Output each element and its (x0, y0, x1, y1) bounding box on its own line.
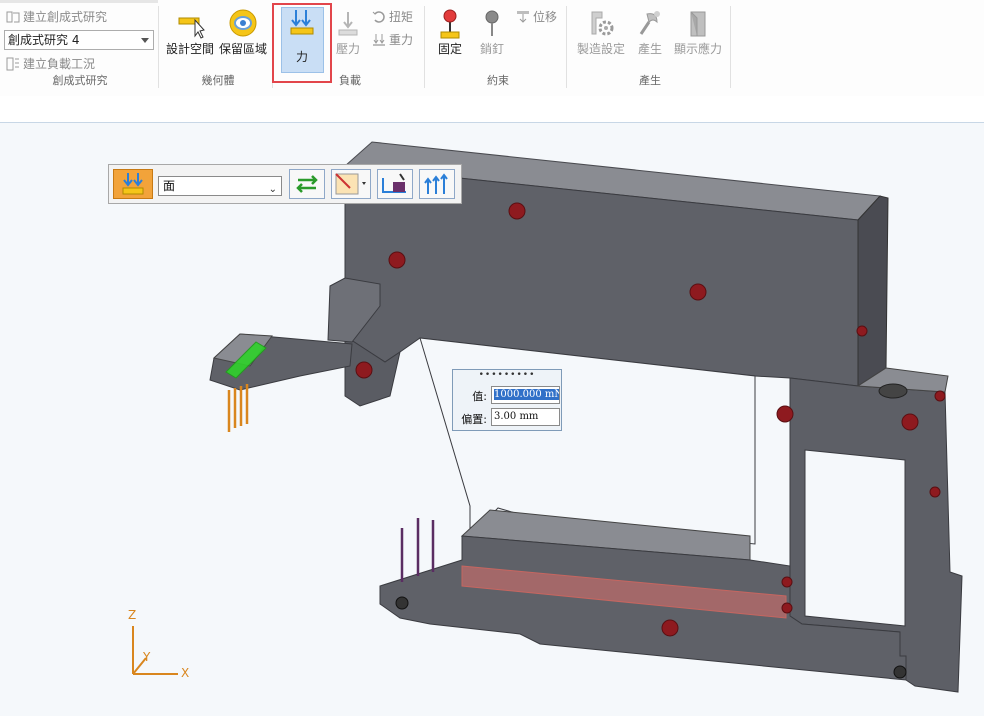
selection-type-select[interactable]: 面 ⌄ (158, 176, 282, 196)
pressure-icon (331, 8, 365, 40)
normal-direction-icon (382, 173, 406, 193)
group-label-generative-study: 創成式研究 (52, 74, 108, 87)
part-right-inner-window (804, 449, 906, 627)
ribbon-tab-indicator (0, 0, 158, 3)
active-force-arrows (227, 384, 249, 432)
gear-icon (584, 8, 618, 40)
design-space-button[interactable]: 設計空間 (166, 8, 214, 57)
force-value-dialog: ••••••••• 值: 1000.000 mN 偏置: 3.00 mm (452, 369, 562, 431)
torque-label: 扭矩 (389, 10, 414, 24)
create-generative-study-button[interactable]: 建立創成式研究 (6, 8, 107, 25)
show-stress-button[interactable]: 顯示應力 (672, 8, 724, 57)
show-stress-label: 顯示應力 (673, 42, 722, 56)
swap-arrows-icon (296, 175, 318, 193)
torque-button[interactable]: 扭矩 (372, 8, 413, 25)
generative-study-select-value: 創成式研究 4 (8, 33, 80, 47)
value-input[interactable]: 1000.000 mN (491, 386, 560, 404)
distributed-force-icon (424, 173, 448, 194)
pin-icon (475, 8, 509, 40)
group-label-generate: 產生 (639, 74, 661, 87)
fixed-pin-icon (433, 8, 467, 40)
generate-icon (633, 8, 667, 40)
ribbon: 建立創成式研究 創成式研究 4 建立負載工況 創成式研究 設計空間 保留區域 幾… (0, 0, 984, 97)
triad-y-label: Y (143, 650, 151, 664)
gravity-label: 重力 (389, 33, 414, 47)
create-load-case-label: 建立負載工況 (23, 57, 96, 71)
generate-label: 產生 (637, 42, 662, 56)
direction-select-button[interactable] (331, 169, 371, 199)
bottom-left-hole (395, 596, 409, 610)
value-label: 值: (472, 390, 487, 403)
offset-label: 偏置: (461, 413, 487, 426)
pinned-constraint-label: 銷釘 (479, 42, 504, 56)
group-label-loads: 負載 (339, 74, 361, 87)
create-load-case-button[interactable]: 建立負載工況 (6, 55, 95, 72)
displacement-label: 位移 (533, 10, 558, 24)
group-separator (730, 6, 731, 88)
bottom-right-hole (893, 665, 907, 679)
force-distribution-button[interactable] (419, 169, 455, 199)
part-right-end (857, 195, 889, 387)
torque-icon (372, 10, 386, 24)
manufacturing-settings-label: 製造設定 (576, 42, 625, 56)
displacement-button[interactable]: 位移 (516, 8, 557, 25)
direction-plane-icon (335, 173, 366, 195)
pressure-button[interactable]: 壓力 (334, 8, 362, 57)
flip-direction-button[interactable] (289, 169, 325, 199)
triad-x-label: X (181, 666, 190, 680)
fixed-constraint-label: 固定 (437, 42, 462, 56)
normal-direction-button[interactable] (377, 169, 413, 199)
group-separator (424, 6, 425, 88)
manufacturing-settings-button[interactable]: 製造設定 (576, 8, 626, 57)
group-label-geometry: 幾何體 (201, 74, 235, 87)
design-space-icon (173, 8, 207, 40)
design-space-label: 設計空間 (166, 42, 215, 56)
group-label-constraints: 約束 (487, 74, 509, 87)
gravity-icon (372, 33, 386, 47)
create-generative-study-label: 建立創成式研究 (23, 10, 108, 24)
dialog-drag-handle[interactable]: ••••••••• (453, 371, 561, 380)
force-icon (122, 173, 144, 195)
triad-z-label: Z (128, 608, 137, 622)
fixed-constraint-button[interactable]: 固定 (434, 8, 466, 57)
part-top-hole (878, 383, 908, 399)
value-input-text: 1000.000 mN (494, 389, 559, 400)
gravity-button[interactable]: 重力 (372, 31, 413, 48)
preserve-region-label: 保留區域 (218, 42, 267, 56)
displacement-icon (516, 10, 530, 24)
force-button-highlight-box (272, 3, 332, 83)
stress-plot-icon (681, 8, 715, 40)
preserve-region-button[interactable]: 保留區域 (218, 8, 268, 57)
chevron-down-icon: ⌄ (268, 184, 277, 195)
generate-button[interactable]: 產生 (634, 8, 666, 57)
pinned-constraint-button[interactable]: 銷釘 (476, 8, 508, 57)
generative-study-icon (6, 10, 20, 24)
group-separator (158, 6, 159, 88)
view-triad (132, 626, 178, 675)
load-case-icon (6, 57, 20, 71)
preserve-region-icon (226, 8, 260, 40)
generative-study-select[interactable]: 創成式研究 4 (4, 30, 154, 50)
group-separator (566, 6, 567, 88)
offset-input[interactable]: 3.00 mm (491, 408, 560, 426)
chevron-down-icon (141, 38, 149, 43)
force-type-button[interactable] (113, 169, 153, 199)
selection-type-value: 面 (163, 179, 176, 193)
pressure-label: 壓力 (335, 42, 360, 56)
